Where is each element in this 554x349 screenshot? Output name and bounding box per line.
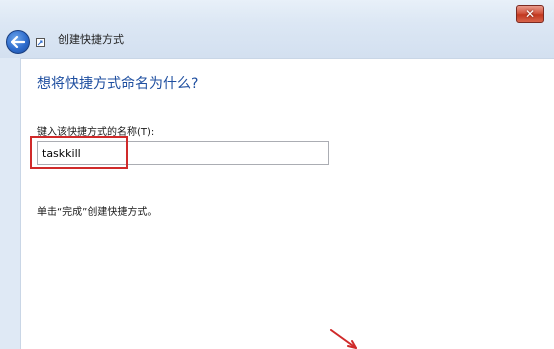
back-arrow-icon <box>11 36 25 48</box>
wizard-title: 创建快捷方式 <box>58 33 124 46</box>
close-icon: ✕ <box>524 7 536 21</box>
create-shortcut-wizard-window: ✕ 创建快捷方式 想将快捷方式命名为什么? 键入该快捷方式的名称(T): 单击“… <box>0 0 554 349</box>
shortcut-name-label: 键入该快捷方式的名称(T): <box>37 127 155 138</box>
close-button[interactable]: ✕ <box>516 5 544 23</box>
back-button[interactable] <box>6 30 30 54</box>
shortcut-name-input[interactable] <box>37 141 329 165</box>
finish-hint-text: 单击“完成”创建快捷方式。 <box>37 207 158 218</box>
annotation-arrow-icon <box>330 329 357 349</box>
page-heading: 想将快捷方式命名为什么? <box>37 76 199 92</box>
wizard-content-pane: 想将快捷方式命名为什么? 键入该快捷方式的名称(T): 单击“完成”创建快捷方式… <box>20 58 554 349</box>
wizard-icon <box>36 38 45 47</box>
title-bar: ✕ 创建快捷方式 <box>0 0 554 58</box>
